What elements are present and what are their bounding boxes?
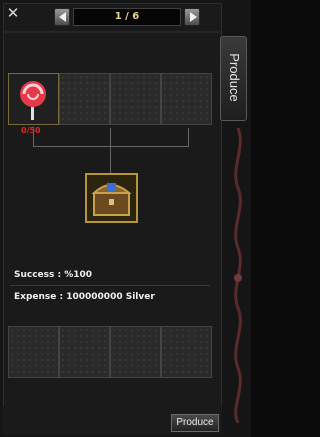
output-slot-3[interactable] <box>110 326 161 378</box>
output-slot-4[interactable] <box>161 326 212 378</box>
close-icon[interactable]: ✕ <box>5 5 21 21</box>
material-slots <box>8 73 214 125</box>
tab-produce-label: Produce <box>227 53 242 102</box>
page-selector: 1 / 6 <box>52 7 204 27</box>
ornament-decoration <box>234 128 242 423</box>
material-slot-1[interactable] <box>8 73 59 125</box>
output-slots <box>8 326 214 378</box>
material-slot-3[interactable] <box>110 73 161 125</box>
material-count: 0/50 <box>21 126 41 135</box>
expense-cost: Expense : 100000000 Silver <box>14 292 155 302</box>
header-divider <box>5 31 219 33</box>
tab-produce[interactable]: Produce <box>220 36 247 121</box>
output-slot-2[interactable] <box>59 326 110 378</box>
produce-button[interactable]: Produce <box>171 414 219 432</box>
product-slot[interactable] <box>85 173 138 223</box>
treasure-chest-icon <box>91 183 132 216</box>
arrow-left-icon <box>59 12 66 22</box>
next-page-button[interactable] <box>184 8 200 26</box>
connector-line <box>188 128 189 146</box>
connector-line <box>33 146 189 147</box>
connector-line <box>110 128 111 146</box>
info-divider <box>10 285 210 286</box>
success-rate: Success : %100 <box>14 270 93 280</box>
output-slot-1[interactable] <box>8 326 59 378</box>
prev-page-button[interactable] <box>54 8 70 26</box>
connector-line <box>110 146 111 173</box>
material-slot-2[interactable] <box>59 73 110 125</box>
arrow-right-icon <box>190 12 197 22</box>
connector-line <box>33 128 34 146</box>
material-slot-4[interactable] <box>161 73 212 125</box>
lollipop-icon <box>20 81 46 120</box>
page-indicator: 1 / 6 <box>73 8 181 26</box>
